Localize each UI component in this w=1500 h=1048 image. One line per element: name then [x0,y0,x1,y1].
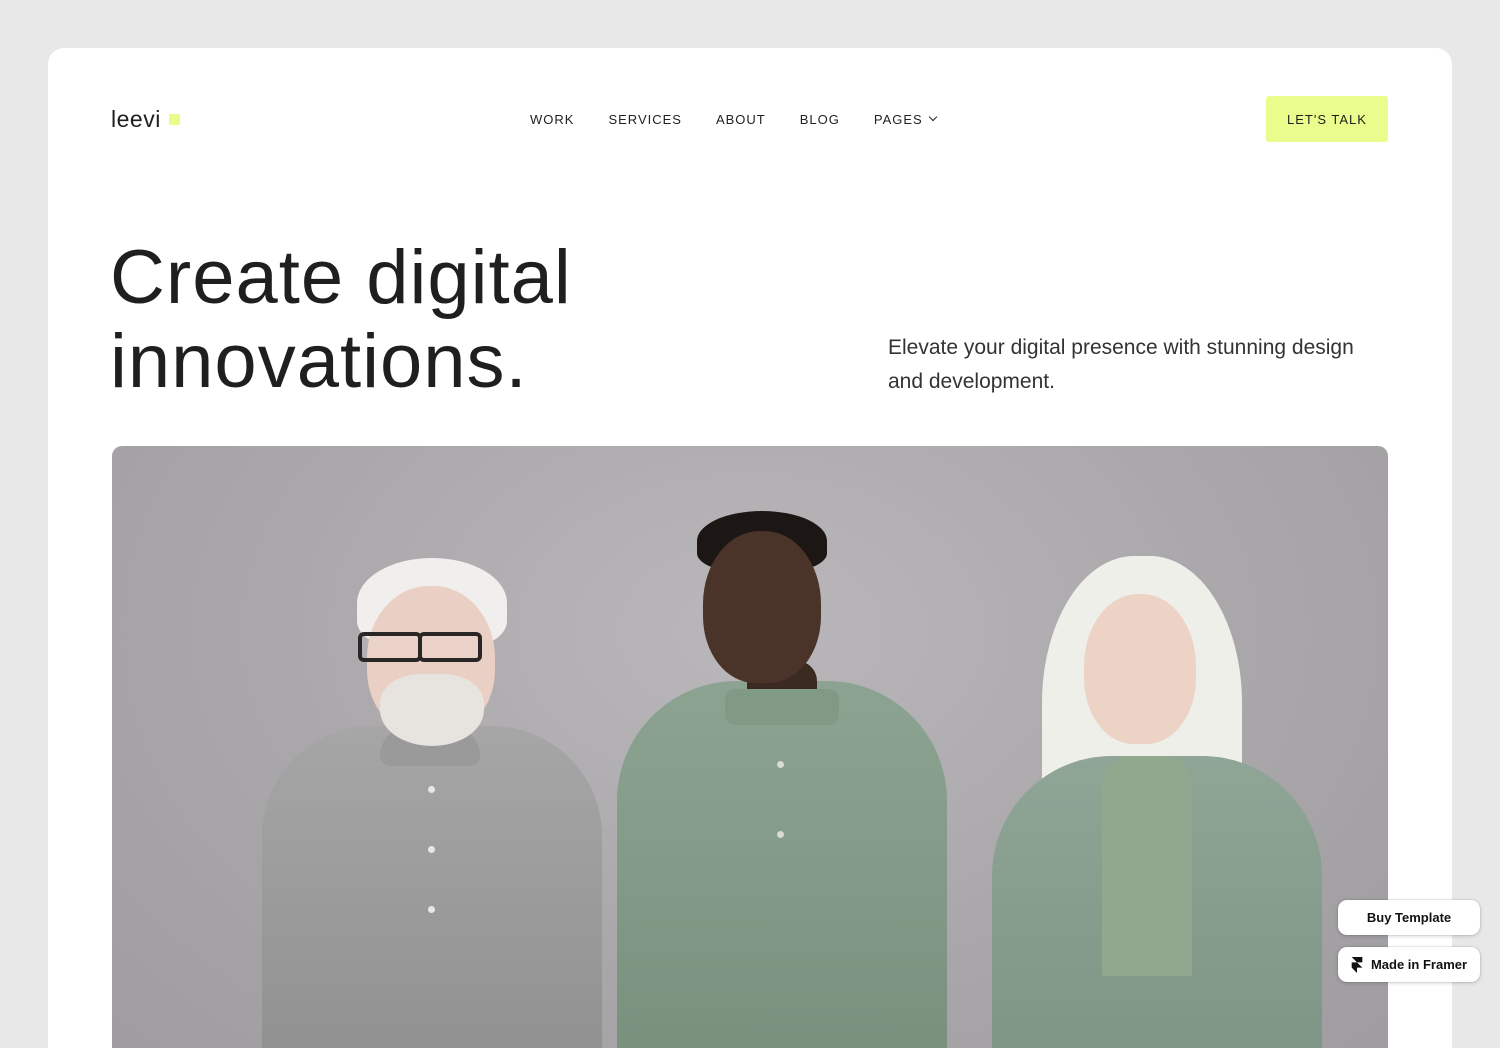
person-right-top [1102,756,1192,976]
person-middle [617,511,947,1048]
person-left-glasses [358,632,422,662]
lets-talk-button[interactable]: LET'S TALK [1266,96,1388,142]
hero-photo [112,446,1388,1048]
hero-title: Create digital innovations. [110,236,750,404]
buy-template-button[interactable]: Buy Template [1338,900,1480,935]
nav-item-pages-label: PAGES [873,111,923,127]
person-middle-face [703,531,821,683]
nav-item-blog[interactable]: BLOG [800,112,840,127]
nav-item-services[interactable]: SERVICES [608,112,682,127]
person-right-face [1084,594,1196,744]
person-left [262,556,602,1048]
hero-title-line-2: innovations. [110,319,528,404]
hero-subtitle: Elevate your digital presence with stunn… [888,336,1354,393]
person-middle-torso [617,681,947,1048]
person-middle-collar [725,689,839,725]
person-middle-shirt-button [777,831,784,838]
main-nav: WORK SERVICES ABOUT BLOG PAGES [530,110,937,128]
page-card: leevi WORK SERVICES ABOUT BLOG PAGES LET… [48,48,1452,1048]
framer-logo-icon [1351,956,1363,973]
nav-item-about[interactable]: ABOUT [716,112,766,127]
person-left-shirt-button [428,786,435,793]
logo-square-icon [168,114,180,125]
nav-item-pages[interactable]: PAGES [873,111,937,127]
person-middle-shirt-button [777,761,784,768]
person-left-shirt-button [428,846,435,853]
person-left-shirt-button [428,906,435,913]
logo[interactable]: leevi [111,106,180,132]
person-left-beard [380,674,484,746]
hero-title-line-1: Create digital [110,235,572,320]
logo-text: leevi [111,106,161,132]
made-in-framer-button[interactable]: Made in Framer [1338,947,1480,982]
made-in-framer-label: Made in Framer [1370,957,1468,972]
person-right [992,556,1322,1048]
chevron-down-icon [928,112,937,122]
person-left-glasses [418,632,482,662]
nav-item-work[interactable]: WORK [530,112,574,127]
